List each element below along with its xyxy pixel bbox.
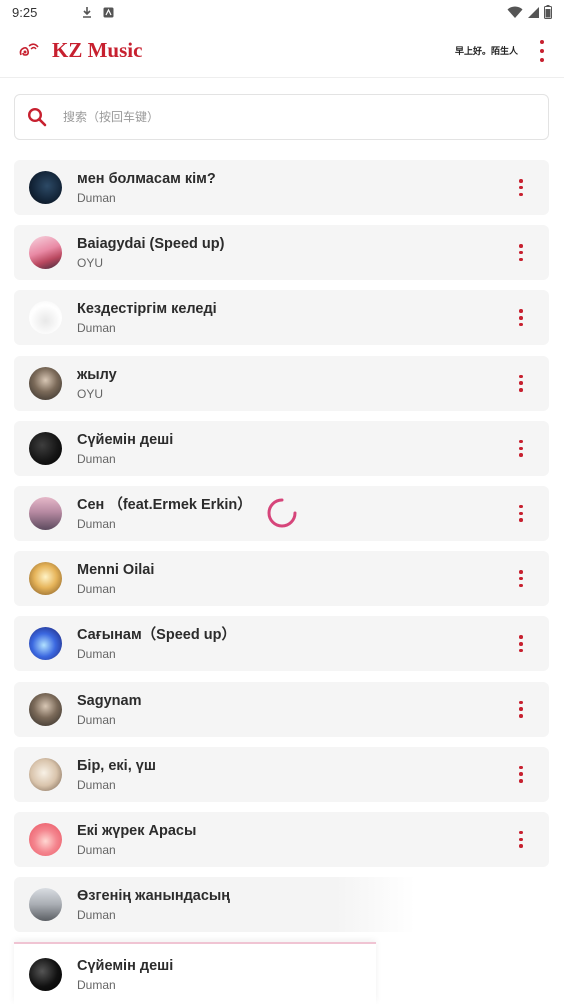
loading-spinner-icon (267, 498, 297, 528)
status-time: 9:25 (12, 4, 38, 20)
song-more-options-icon[interactable] (517, 504, 525, 522)
song-more-options-icon[interactable] (517, 635, 525, 653)
song-title: Кездестіргім келеді (77, 301, 217, 318)
song-artist: Duman (77, 321, 116, 336)
overflow-menu-icon[interactable] (536, 39, 548, 62)
song-title: Сүйемін деші (77, 431, 174, 448)
song-more-options-icon[interactable] (517, 830, 525, 848)
song-more-options-icon[interactable] (517, 439, 525, 457)
song-artist: OYU (77, 386, 104, 401)
song-artist: Duman (77, 777, 116, 792)
song-artist: Duman (77, 582, 116, 597)
status-bar: 9:25 (0, 0, 564, 24)
app-notification-icon (103, 7, 114, 17)
song-cover-avatar (29, 496, 62, 530)
song-list-item[interactable]: Menni Oilai Duman (14, 551, 549, 607)
search-icon[interactable] (27, 107, 47, 127)
song-list-item[interactable]: Sagynam Duman (14, 681, 549, 737)
song-title: мен болмасам кім? (77, 171, 216, 187)
song-cover-avatar (29, 562, 62, 596)
now-playing-bar[interactable]: Сүйемін деші Duman (14, 942, 376, 1004)
song-more-options-icon[interactable] (517, 179, 525, 196)
song-title: Сен （feat.Ermek Erkin） (77, 496, 252, 513)
song-more-options-icon[interactable] (517, 244, 525, 262)
song-cover-avatar (29, 236, 62, 270)
song-list-item[interactable]: Baiagydai (Speed up) OYU (14, 225, 549, 281)
song-title: Өзгенің жанындасың (77, 888, 231, 905)
song-cover-avatar (29, 171, 62, 204)
song-artist: Duman (77, 712, 116, 727)
song-artist: Duman (77, 842, 116, 857)
song-cover-avatar (29, 757, 62, 791)
song-list: мен болмасам кім? Duman Baiagydai (Speed u… (14, 160, 549, 942)
song-list-item[interactable]: Сағынам（Speed up） Duman (14, 616, 549, 672)
app-bar: KZ Music 早上好。陌生人 (0, 24, 564, 78)
song-list-item[interactable]: жылу OYU (14, 355, 549, 411)
search-bar[interactable] (14, 94, 549, 140)
song-title: Menni Oilai (77, 562, 155, 579)
song-artist: Duman (77, 908, 116, 923)
song-more-options-icon[interactable] (517, 570, 525, 588)
song-artist: Duman (77, 647, 116, 662)
song-list-item[interactable]: Өзгенің жанындасың Duman (14, 877, 549, 933)
song-artist: Duman (77, 191, 116, 205)
song-title: Сағынам（Speed up） (77, 627, 236, 644)
song-list-item[interactable]: мен болмасам кім? Duman (14, 160, 549, 215)
song-cover-avatar (29, 301, 62, 335)
song-more-options-icon[interactable] (517, 700, 525, 718)
app-title: KZ Music (52, 38, 143, 62)
song-more-options-icon[interactable] (517, 765, 525, 783)
song-artist: OYU (77, 256, 104, 271)
song-artist: Duman (77, 451, 116, 466)
search-input[interactable] (63, 110, 483, 124)
song-artist: Duman (77, 516, 116, 531)
battery-icon (544, 5, 552, 19)
song-list-item[interactable]: Бір, екі, үш Duman (14, 746, 549, 802)
song-title: Baiagydai (Speed up) (77, 236, 225, 253)
wifi-icon (507, 6, 523, 18)
song-cover-avatar (29, 822, 62, 856)
now-playing-artist: Duman (77, 977, 116, 992)
song-list-item[interactable]: Екі жүрек Арасы Duman (14, 811, 549, 867)
song-cover-avatar (29, 431, 62, 465)
now-playing-cover (29, 957, 62, 991)
download-icon (83, 7, 92, 18)
song-title: жылу (77, 366, 117, 383)
song-list-item[interactable]: Кездестіргім келеді Duman (14, 290, 549, 346)
song-title: Екі жүрек Арасы (77, 822, 197, 839)
song-cover-avatar (29, 692, 62, 726)
song-cover-avatar (29, 366, 62, 400)
signal-icon (528, 6, 539, 18)
now-playing-title: Сүйемін деші (77, 957, 174, 974)
song-cover-avatar (29, 627, 62, 661)
song-more-options-icon[interactable] (517, 309, 525, 327)
song-cover-avatar (29, 888, 62, 922)
song-more-options-icon[interactable] (517, 374, 525, 392)
song-title: Sagynam (77, 692, 142, 709)
app-logo-icon (19, 42, 39, 56)
song-title: Бір, екі, үш (77, 757, 156, 774)
song-list-item[interactable]: Сүйемін деші Duman (14, 420, 549, 476)
greeting-text: 早上好。陌生人 (454, 46, 518, 56)
